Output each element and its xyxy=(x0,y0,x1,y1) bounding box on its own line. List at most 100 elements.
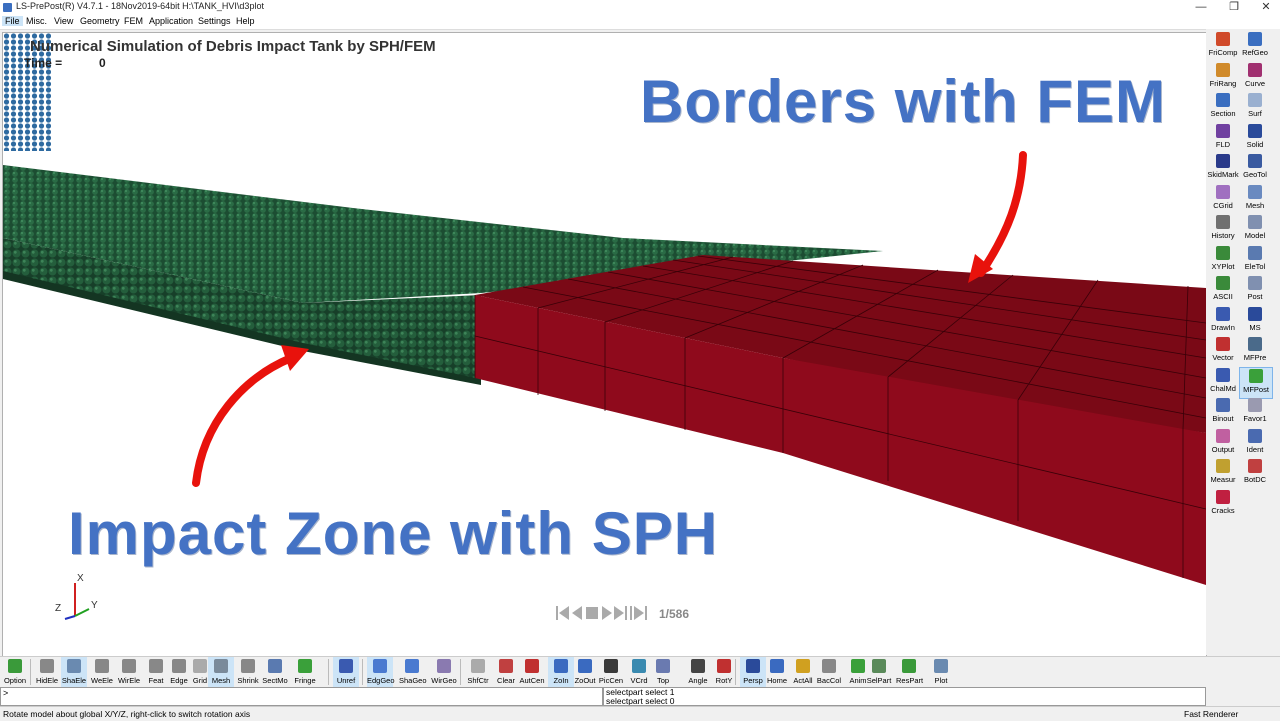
output-icon xyxy=(1216,428,1230,443)
toolbar-home-button[interactable]: Home xyxy=(764,657,790,687)
tool-label: MFPost xyxy=(1243,384,1269,394)
respart-icon xyxy=(902,659,916,673)
cracks-icon xyxy=(1216,489,1230,504)
tool-model-button[interactable]: Model xyxy=(1239,214,1271,244)
toolbar-label: EdgGeo xyxy=(367,676,395,685)
shfctr-icon xyxy=(471,659,485,673)
toolbar-shrink-button[interactable]: Shrink xyxy=(235,657,261,687)
menu-application[interactable]: Application xyxy=(149,16,193,26)
toolbar-shageo-button[interactable]: ShaGeo xyxy=(399,657,427,687)
toolbar-wirele-button[interactable]: WirEle xyxy=(116,657,142,687)
toolbar-hidele-button[interactable]: HidEle xyxy=(34,657,60,687)
toolbar-roty-button[interactable]: RotY xyxy=(711,657,737,687)
command-log-line: selectpart select 0 xyxy=(606,696,675,706)
toolbar-angle-button[interactable]: Angle xyxy=(685,657,711,687)
menu-fem[interactable]: FEM xyxy=(124,16,143,26)
section-icon xyxy=(1216,93,1230,107)
model-icon xyxy=(1248,215,1262,229)
feat-icon xyxy=(149,659,163,673)
edggeo-icon xyxy=(373,659,387,673)
toolbar-unref-button[interactable]: Unref xyxy=(333,657,359,687)
tool-ms-button[interactable]: MS xyxy=(1239,306,1271,336)
wirele-icon xyxy=(122,659,136,673)
toolbar-edggeo-button[interactable]: EdgGeo xyxy=(367,657,395,687)
toolbar-separator xyxy=(735,659,736,685)
tool-label: Cracks xyxy=(1211,505,1235,515)
toolbar-zoout-button[interactable]: ZoOut xyxy=(572,657,598,687)
menu-file[interactable]: File xyxy=(2,16,23,26)
toolbar-option-button[interactable]: Option xyxy=(2,657,28,687)
clear-icon xyxy=(499,659,513,673)
frame-counter: 1/586 xyxy=(659,607,690,621)
toolbar-label: ResPart xyxy=(896,676,924,685)
toolbar-shaele-button[interactable]: ShaEle xyxy=(61,657,87,687)
toolbar-piccen-button[interactable]: PicCen xyxy=(598,657,624,687)
tool-geotol-button[interactable]: GeoTol xyxy=(1239,153,1271,183)
solid-icon xyxy=(1248,123,1262,138)
toolbar-label: Clear xyxy=(497,676,515,685)
plot-icon xyxy=(934,659,948,673)
toolbar-shfctr-button[interactable]: ShfCtr xyxy=(465,657,491,687)
toolbar-persp-button[interactable]: Persp xyxy=(740,657,766,687)
tool-cracks-button[interactable]: Cracks xyxy=(1207,489,1239,519)
toolbar-actall-button[interactable]: ActAll xyxy=(790,657,816,687)
maximize-button[interactable]: ❐ xyxy=(1218,0,1250,15)
toolbar-respart-button[interactable]: ResPart xyxy=(896,657,924,687)
toolbar-zoin-button[interactable]: ZoIn xyxy=(548,657,574,687)
close-button[interactable]: ✕ xyxy=(1250,0,1280,15)
tool-surf-button[interactable]: Surf xyxy=(1239,92,1271,122)
menu-geometry[interactable]: Geometry xyxy=(80,16,120,26)
tool-curve-button[interactable]: Curve xyxy=(1239,62,1271,92)
playback-controls[interactable] xyxy=(556,606,647,620)
minimize-button[interactable]: — xyxy=(1185,0,1217,15)
tool-mesh-button[interactable]: Mesh xyxy=(1239,184,1271,214)
tool-ident-button[interactable]: Ident xyxy=(1239,428,1271,458)
toolbar-label: ActAll xyxy=(793,676,813,685)
toolbar-mesh-button[interactable]: Mesh xyxy=(208,657,234,687)
tool-refgeo-button[interactable]: RefGeo xyxy=(1239,31,1271,61)
ident-icon xyxy=(1248,428,1262,443)
unref-icon xyxy=(339,659,353,673)
menu-misc[interactable]: Misc. xyxy=(26,16,47,26)
tool-label: Curve xyxy=(1244,78,1265,88)
tool-favor1-button[interactable]: Favor1 xyxy=(1239,397,1271,427)
toolbar-vcrd-button[interactable]: VCrd xyxy=(626,657,652,687)
tool-mfpost-button[interactable]: MFPost xyxy=(1239,366,1273,399)
graphics-viewport[interactable]: Numerical Simulation of Debris Impact Ta… xyxy=(2,32,1207,657)
toolbar-sectmo-button[interactable]: SectMo xyxy=(262,657,288,687)
option-icon xyxy=(8,659,22,673)
toolbar-plot-button[interactable]: Plot xyxy=(928,657,954,687)
toolbar-label: SelPart xyxy=(866,676,892,685)
tool-post-button[interactable]: Post xyxy=(1239,275,1271,305)
toolbar-label: WeEle xyxy=(91,676,113,685)
tool-chalmd-button[interactable]: ChalMd xyxy=(1207,367,1239,397)
mfpost-icon xyxy=(1249,368,1263,383)
tool-solid-button[interactable]: Solid xyxy=(1239,123,1271,153)
toolbar-clear-button[interactable]: Clear xyxy=(493,657,519,687)
tool-label: Ident xyxy=(1246,444,1264,454)
command-input[interactable]: > xyxy=(0,687,603,706)
toolbar-fringe-button[interactable]: Fringe xyxy=(292,657,318,687)
toolbar-selpart-button[interactable]: SelPart xyxy=(866,657,892,687)
anim-icon xyxy=(851,659,865,673)
toolbar-label: BacCol xyxy=(816,676,842,685)
tool-botdc-button[interactable]: BotDC xyxy=(1239,458,1271,488)
actall-icon xyxy=(796,659,810,673)
menu-settings[interactable]: Settings xyxy=(198,16,231,26)
toolbar-baccol-button[interactable]: BacCol xyxy=(816,657,842,687)
menu-bar: File Misc. View Geometry FEM Application… xyxy=(0,15,1280,30)
tool-eletol-button[interactable]: EleTol xyxy=(1239,245,1271,275)
toolbar-autcen-button[interactable]: AutCen xyxy=(519,657,545,687)
toolbar-weele-button[interactable]: WeEle xyxy=(89,657,115,687)
tool-mfpre-button[interactable]: MFPre xyxy=(1239,336,1271,366)
ascii-icon xyxy=(1216,276,1230,290)
menu-view[interactable]: View xyxy=(54,16,73,26)
surface-icon xyxy=(1248,93,1262,107)
menu-help[interactable]: Help xyxy=(236,16,255,26)
toolbar-label: PicCen xyxy=(598,676,624,685)
toolbar-label: WirGeo xyxy=(431,676,457,685)
drawin-icon xyxy=(1216,306,1230,321)
toolbar-top-button[interactable]: Top xyxy=(650,657,676,687)
tool-label: Solid xyxy=(1246,139,1264,149)
toolbar-wirgeo-button[interactable]: WirGeo xyxy=(431,657,457,687)
